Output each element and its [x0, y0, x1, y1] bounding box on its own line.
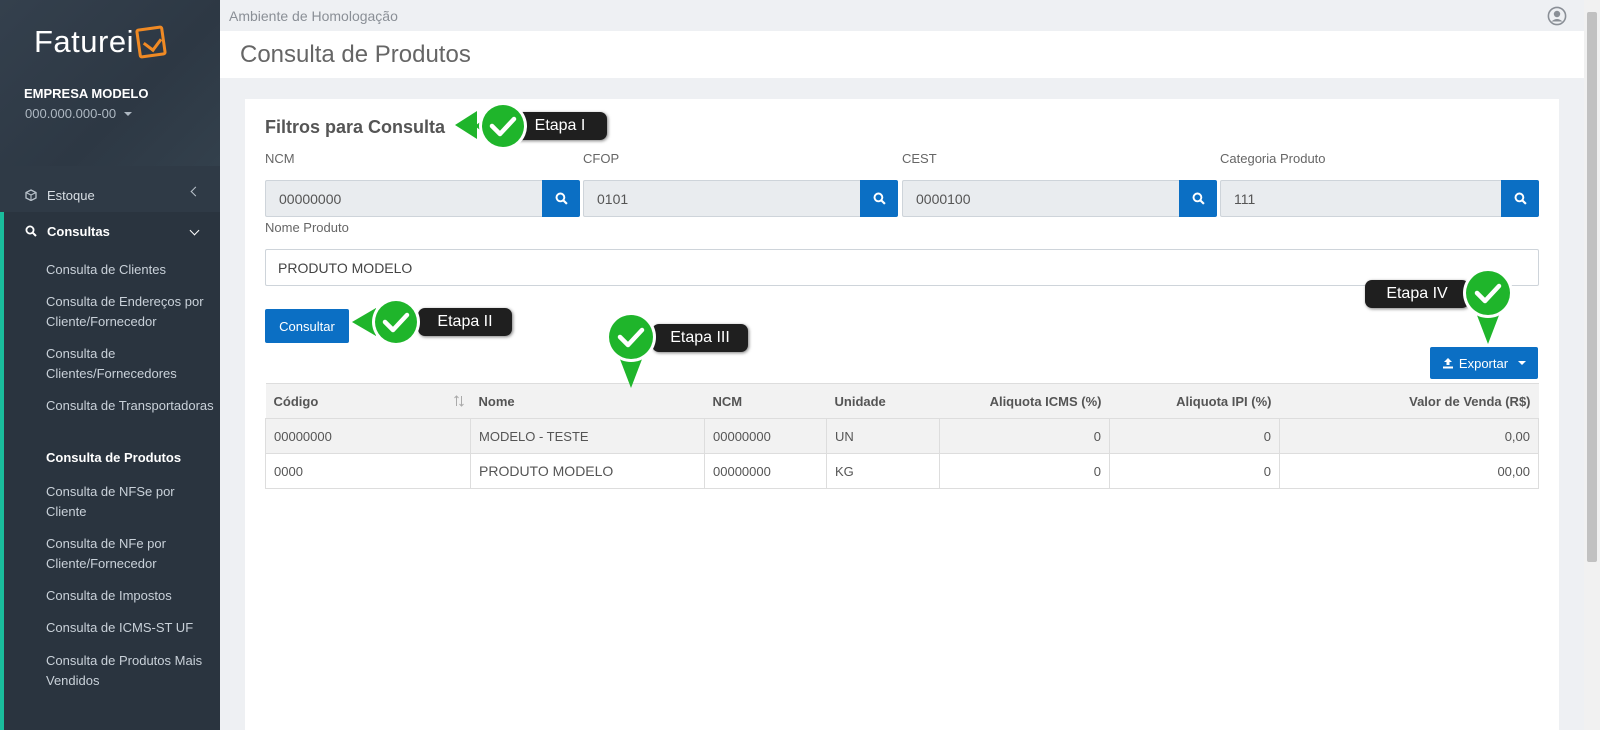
sidebar-item-consulta-produtos[interactable]: Consulta de Produtos — [46, 448, 216, 468]
cell-ncm: 00000000 — [704, 418, 827, 454]
logo[interactable]: Faturei — [34, 24, 167, 60]
filters-card: Filtros para Consulta NCM CFOP CEST Cate… — [245, 99, 1559, 730]
step-callout-3: Etapa III — [604, 310, 754, 390]
ncm-field-group: 00000000 — [265, 180, 580, 217]
cfop-field-group: 0101 — [583, 180, 898, 217]
table-row[interactable]: 0000 PRODUTO MODELO 00000000 KG 0 0 00,0… — [265, 453, 1539, 489]
cell-ncm: 00000000 — [704, 453, 827, 489]
step-pointer-1 — [455, 99, 493, 151]
step-callout-4: Etapa IV — [1363, 266, 1519, 346]
categoria-search-button[interactable] — [1501, 180, 1539, 217]
caret-down-icon — [124, 111, 133, 116]
page-title: Consulta de Produtos — [240, 41, 471, 68]
sidebar-item-consulta-icms-st[interactable]: Consulta de ICMS-ST UF — [46, 618, 216, 638]
cell-unidade: UN — [826, 418, 940, 454]
exportar-label: Exportar — [1458, 355, 1509, 371]
cell-codigo: 00000000 — [265, 418, 471, 454]
cest-field-group: 0000100 — [902, 180, 1217, 217]
column-header-aliquota-icms: Aliquota ICMS (%) — [939, 383, 1110, 419]
cell-valor-venda: 0,00 — [1279, 418, 1539, 454]
company-name: EMPRESA MODELO — [24, 86, 149, 101]
upload-icon — [1442, 358, 1453, 369]
ncm-label: NCM — [265, 151, 295, 166]
scrollbar[interactable] — [1584, 0, 1600, 730]
sort-icon[interactable] — [453, 395, 465, 407]
sidebar-item-label: Estoque — [47, 187, 95, 203]
column-header-valor-venda: Valor de Venda (R$) — [1279, 383, 1539, 419]
sidebar-item-estoque[interactable]: Estoque — [0, 174, 220, 216]
sidebar-item-consulta-enderecos[interactable]: Consulta de Endereços por Cliente/Fornec… — [46, 292, 216, 332]
topbar: Ambiente de Homologação — [220, 0, 1584, 31]
sidebar-item-consulta-impostos[interactable]: Consulta de Impostos — [46, 586, 216, 606]
search-icon — [873, 192, 886, 205]
cell-aliquota-icms: 0 — [939, 418, 1110, 454]
sidebar: Faturei EMPRESA MODELO 000.000.000-00 Es… — [0, 0, 220, 730]
consultar-button[interactable]: Consultar — [265, 309, 349, 343]
categoria-input[interactable]: 111 — [1220, 180, 1501, 217]
step-callout-2: Etapa II — [352, 296, 522, 354]
search-icon — [1514, 192, 1527, 205]
step-label-3: Etapa III — [652, 324, 748, 352]
check-icon — [1463, 268, 1513, 344]
search-icon — [555, 192, 568, 205]
column-header-codigo[interactable]: Código — [265, 383, 471, 419]
sidebar-item-consulta-transportadoras[interactable]: Consulta de Transportadoras — [46, 396, 216, 416]
sidebar-item-consultas[interactable]: Consultas — [25, 220, 110, 242]
cfop-search-button[interactable] — [860, 180, 898, 217]
box-icon — [25, 189, 37, 201]
search-icon — [1192, 192, 1205, 205]
filters-title: Filtros para Consulta — [265, 117, 446, 137]
cell-unidade: KG — [826, 453, 940, 489]
cest-label: CEST — [902, 151, 937, 166]
column-header-unidade: Unidade — [826, 383, 940, 419]
check-icon — [372, 298, 420, 346]
chevron-left-icon — [190, 186, 201, 197]
sidebar-item-consulta-nfe[interactable]: Consulta de NFe por Cliente/Fornecedor — [46, 534, 216, 574]
cell-aliquota-ipi: 0 — [1109, 453, 1280, 489]
check-icon — [606, 312, 656, 388]
sidebar-item-consulta-mais-vendidos[interactable]: Consulta de Produtos Mais Vendidos — [46, 651, 216, 691]
logo-text: Faturei — [34, 24, 134, 59]
sidebar-item-label: Consultas — [47, 223, 110, 239]
company-selector[interactable]: 000.000.000-00 — [25, 106, 133, 121]
cest-search-button[interactable] — [1179, 180, 1217, 217]
pointer-left-icon — [455, 111, 477, 139]
exportar-button[interactable]: Exportar — [1430, 347, 1538, 379]
cell-nome: MODELO - TESTE — [470, 418, 705, 454]
step-label-2: Etapa II — [418, 308, 512, 336]
categoria-field-group: 111 — [1220, 180, 1539, 217]
cell-codigo: 0000 — [265, 453, 471, 489]
caret-down-icon — [1518, 361, 1527, 365]
sidebar-item-consulta-clientes[interactable]: Consulta de Clientes — [46, 260, 216, 280]
step-label-1: Etapa I — [513, 112, 607, 140]
categoria-label: Categoria Produto — [1220, 151, 1326, 166]
cest-input[interactable]: 0000100 — [902, 180, 1179, 217]
ncm-search-button[interactable] — [542, 180, 580, 217]
cfop-input[interactable]: 0101 — [583, 180, 860, 217]
company-code: 000.000.000-00 — [25, 106, 117, 121]
sidebar-group-consultas: Consultas Consulta de Clientes Consulta … — [0, 212, 220, 730]
products-table: Código Nome NCM Unidade Aliquota ICMS (%… — [265, 383, 1539, 489]
scrollbar-thumb[interactable] — [1587, 12, 1597, 562]
table-header-row: Código Nome NCM Unidade Aliquota ICMS (%… — [265, 383, 1539, 419]
environment-label: Ambiente de Homologação — [229, 8, 398, 24]
user-icon[interactable] — [1547, 6, 1567, 26]
sidebar-item-consulta-clientes-fornecedores[interactable]: Consulta de Clientes/Fornecedores — [46, 344, 216, 384]
nome-produto-input[interactable]: PRODUTO MODELO — [265, 249, 1539, 286]
table-row[interactable]: 00000000 MODELO - TESTE 00000000 UN 0 0 … — [265, 418, 1539, 454]
search-icon — [25, 225, 37, 237]
sidebar-item-consulta-nfse[interactable]: Consulta de NFSe por Cliente — [46, 482, 216, 522]
chevron-down-icon — [189, 225, 200, 236]
cell-valor-venda: 00,00 — [1279, 453, 1539, 489]
step-label-4: Etapa IV — [1365, 280, 1469, 308]
nome-produto-label: Nome Produto — [265, 220, 349, 235]
logo-icon — [135, 25, 167, 59]
cell-nome: PRODUTO MODELO — [470, 453, 705, 489]
column-header-aliquota-ipi: Aliquota IPI (%) — [1109, 383, 1280, 419]
title-bar: Consulta de Produtos — [220, 31, 1584, 78]
ncm-input[interactable]: 00000000 — [265, 180, 542, 217]
cell-aliquota-ipi: 0 — [1109, 418, 1280, 454]
cell-aliquota-icms: 0 — [939, 453, 1110, 489]
